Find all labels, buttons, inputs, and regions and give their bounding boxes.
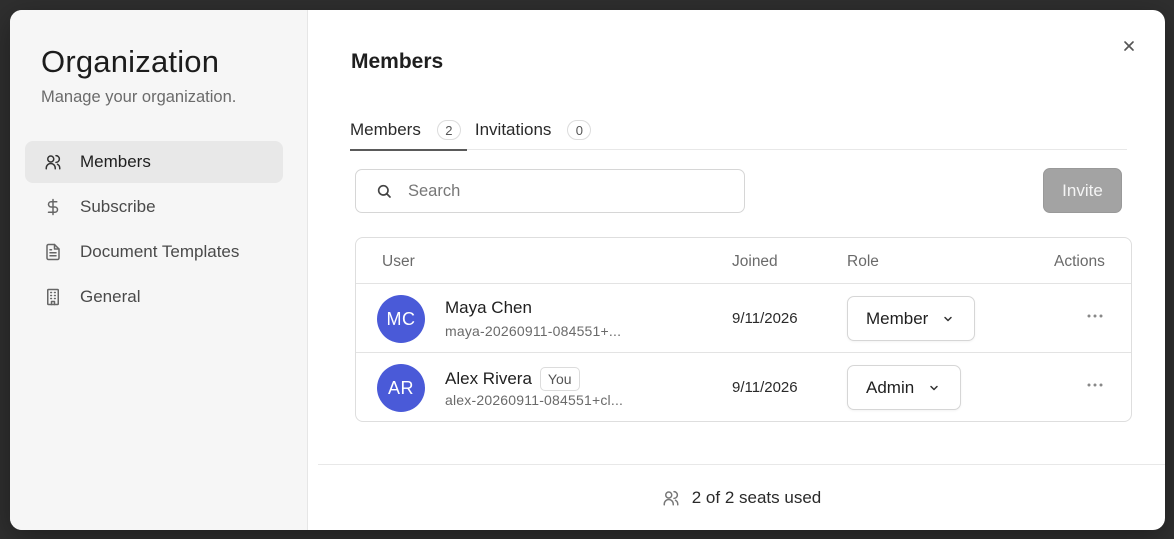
role-select[interactable]: Admin <box>847 365 962 410</box>
dollar-icon <box>43 197 63 217</box>
tab-bar: Members 2 Invitations 0 <box>350 110 1127 151</box>
members-table: User Joined Role Actions MC Maya Chen ma… <box>355 237 1132 422</box>
member-email: maya-20260911-084551+... <box>445 323 622 339</box>
invite-button[interactable]: Invite <box>1043 168 1122 213</box>
sidebar: Organization Manage your organization. M… <box>10 10 308 530</box>
member-name: Alex Rivera You <box>445 367 580 391</box>
main-panel: Members Members 2 Invitations 0 Invite U… <box>308 10 1165 530</box>
users-icon <box>43 152 63 172</box>
page-title: Members <box>351 50 444 73</box>
search-icon <box>376 183 392 199</box>
row-actions-button[interactable] <box>1083 308 1107 324</box>
seats-used-text: 2 of 2 seats used <box>691 487 822 507</box>
users-icon <box>662 489 680 507</box>
more-horizontal-icon <box>1087 383 1103 387</box>
more-horizontal-icon <box>1087 314 1103 318</box>
sidebar-item-general[interactable]: General <box>25 276 283 318</box>
building-icon <box>43 287 63 307</box>
column-header-actions: Actions <box>1054 253 1105 270</box>
role-select[interactable]: Member <box>847 296 976 341</box>
you-badge: You <box>539 367 580 391</box>
role-value: Admin <box>866 377 915 397</box>
close-button[interactable] <box>1119 36 1139 56</box>
sidebar-nav: Members Subscribe Document Templates Gen… <box>25 141 283 321</box>
seats-footer: 2 of 2 seats used <box>318 464 1165 530</box>
joined-date: 9/11/2026 <box>732 310 798 327</box>
document-icon <box>43 242 63 262</box>
organization-modal: Organization Manage your organization. M… <box>10 10 1165 530</box>
sidebar-item-label: Members <box>80 152 151 171</box>
member-name-text: Maya Chen <box>445 298 532 317</box>
avatar: AR <box>377 364 425 412</box>
sidebar-item-label: Document Templates <box>80 242 240 261</box>
joined-date: 9/11/2026 <box>732 379 798 396</box>
sidebar-item-label: General <box>80 287 141 306</box>
close-icon <box>1124 41 1134 51</box>
count-badge: 0 <box>567 120 592 140</box>
chevron-down-icon <box>942 313 954 325</box>
tab-members[interactable]: Members 2 <box>350 110 467 151</box>
sidebar-subtitle: Manage your organization. <box>41 88 237 106</box>
sidebar-item-document-templates[interactable]: Document Templates <box>25 231 283 273</box>
member-email: alex-20260911-084551+cl... <box>445 392 624 408</box>
sidebar-title: Organization <box>41 44 220 79</box>
column-header-user: User <box>382 253 415 270</box>
table-row: AR Alex Rivera You alex-20260911-084551+… <box>356 353 1131 421</box>
member-name-text: Alex Rivera <box>445 369 532 388</box>
search-input[interactable] <box>408 181 708 201</box>
tab-label: Invitations <box>474 120 552 139</box>
sidebar-item-label: Subscribe <box>80 197 156 216</box>
column-header-joined: Joined <box>732 253 778 270</box>
count-badge: 2 <box>436 120 461 140</box>
search-box[interactable] <box>355 169 745 213</box>
column-header-role: Role <box>847 253 879 270</box>
row-actions-button[interactable] <box>1083 377 1107 393</box>
tab-invitations[interactable]: Invitations 0 <box>475 110 594 150</box>
sidebar-item-members[interactable]: Members <box>25 141 283 183</box>
table-header: User Joined Role Actions <box>356 238 1131 284</box>
role-value: Member <box>866 308 929 328</box>
chevron-down-icon <box>928 382 940 394</box>
tab-label: Members <box>350 120 421 139</box>
sidebar-item-subscribe[interactable]: Subscribe <box>25 186 283 228</box>
table-row: MC Maya Chen maya-20260911-084551+... 9/… <box>356 284 1131 353</box>
avatar: MC <box>377 295 425 343</box>
member-name: Maya Chen <box>445 298 532 318</box>
